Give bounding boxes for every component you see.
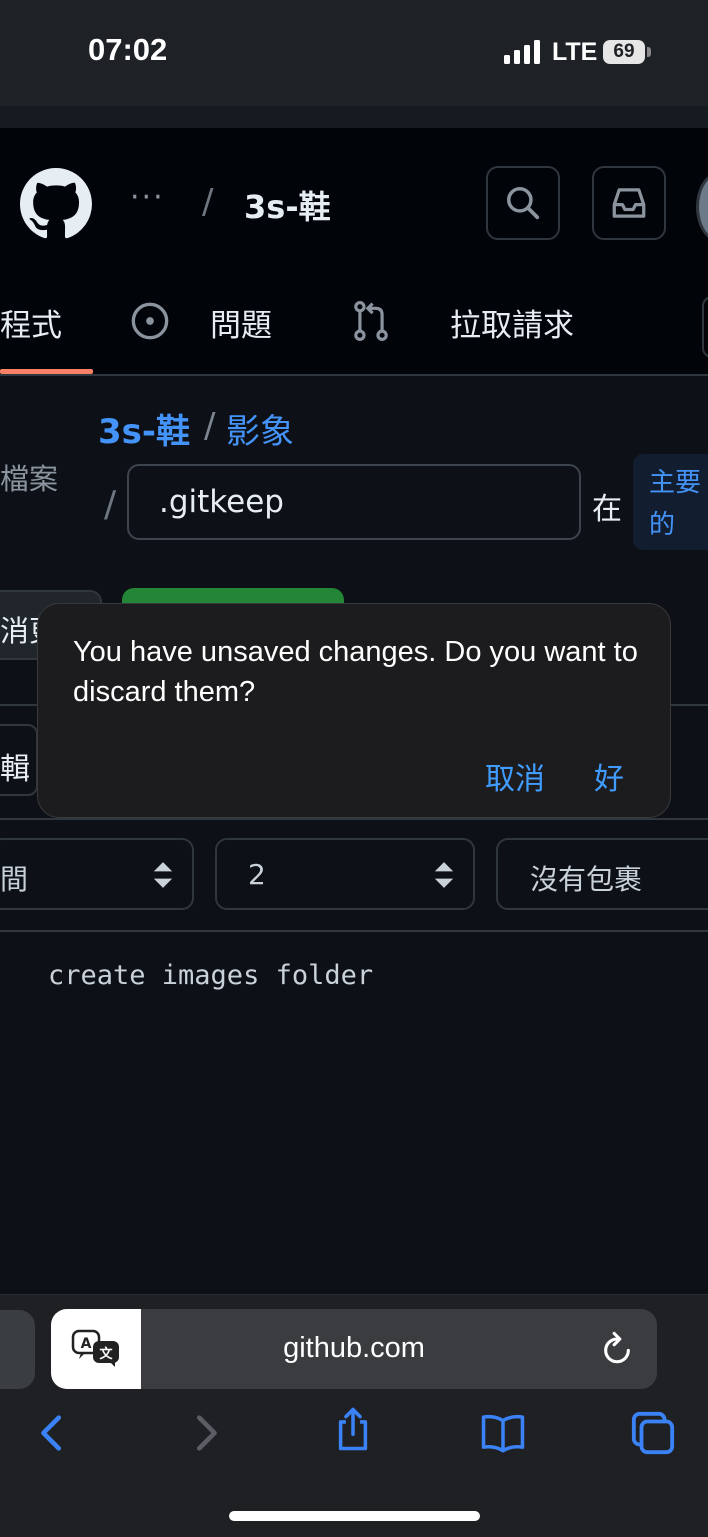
battery-icon: 69	[603, 40, 645, 64]
dialog-message: You have unsaved changes. Do you want to…	[73, 636, 638, 708]
breadcrumb-folder-link[interactable]: 影象	[226, 404, 294, 453]
inbox-button[interactable]	[592, 166, 666, 240]
breadcrumb-separator: /	[202, 182, 214, 222]
code-editor-line[interactable]: create images folder	[48, 960, 373, 991]
dialog-cancel-button[interactable]: 取消	[485, 754, 545, 798]
indent-size-value: 2	[248, 858, 266, 891]
svg-text:A: A	[81, 1336, 92, 1352]
divider	[0, 818, 708, 820]
url-text[interactable]: github.com	[141, 1332, 567, 1365]
tab-code-underline	[0, 369, 93, 374]
tab-pull-requests[interactable]: 拉取請求	[450, 300, 574, 345]
edit-tab-label: 輯	[0, 752, 30, 787]
bookmarks-icon[interactable]	[480, 1410, 526, 1456]
tabs-icon[interactable]	[630, 1410, 676, 1456]
search-icon	[507, 187, 540, 220]
in-branch-label: 在	[592, 492, 622, 527]
pull-request-icon	[354, 301, 388, 341]
wrap-mode-value: 沒有包裹	[530, 863, 643, 896]
files-label[interactable]: 檔案	[0, 456, 58, 498]
translate-button[interactable]: A 文	[51, 1309, 141, 1389]
previous-tab-preview[interactable]	[0, 1310, 35, 1389]
divider	[0, 930, 708, 932]
select-arrows-icon	[434, 862, 454, 888]
branch-badge[interactable]: 主要的	[633, 454, 708, 550]
svg-text:文: 文	[99, 1346, 113, 1362]
tabs-overflow-button[interactable]	[702, 296, 708, 358]
indent-mode-value: 間	[0, 863, 29, 896]
issue-icon	[131, 302, 169, 340]
dialog-ok-button[interactable]: 好	[594, 754, 624, 798]
filename-input[interactable]	[127, 464, 581, 540]
path-separator: /	[104, 484, 117, 525]
inbox-icon	[612, 188, 646, 218]
tab-code[interactable]: 程式	[0, 300, 62, 345]
github-logo-icon[interactable]	[20, 168, 92, 240]
page-top-strip	[0, 106, 708, 128]
breadcrumb-ellipsis[interactable]: ···	[130, 180, 165, 215]
reload-icon[interactable]	[600, 1330, 634, 1368]
status-time: 07:02	[88, 32, 168, 67]
breadcrumb-separator: /	[204, 406, 216, 446]
search-button[interactable]	[486, 166, 560, 240]
back-icon[interactable]	[30, 1410, 76, 1456]
repo-name-link[interactable]: 3s-鞋	[244, 182, 331, 228]
share-icon[interactable]	[330, 1406, 376, 1452]
translate-icon: A 文	[71, 1329, 119, 1367]
signal-icon	[504, 40, 540, 64]
battery-tip	[647, 47, 651, 57]
network-type: LTE	[552, 38, 598, 66]
breadcrumb-repo-link[interactable]: 3s-鞋	[98, 404, 190, 453]
select-arrows-icon	[153, 862, 173, 888]
tab-issues[interactable]: 問題	[210, 300, 272, 345]
forward-icon[interactable]	[182, 1410, 228, 1456]
home-indicator	[229, 1511, 480, 1521]
